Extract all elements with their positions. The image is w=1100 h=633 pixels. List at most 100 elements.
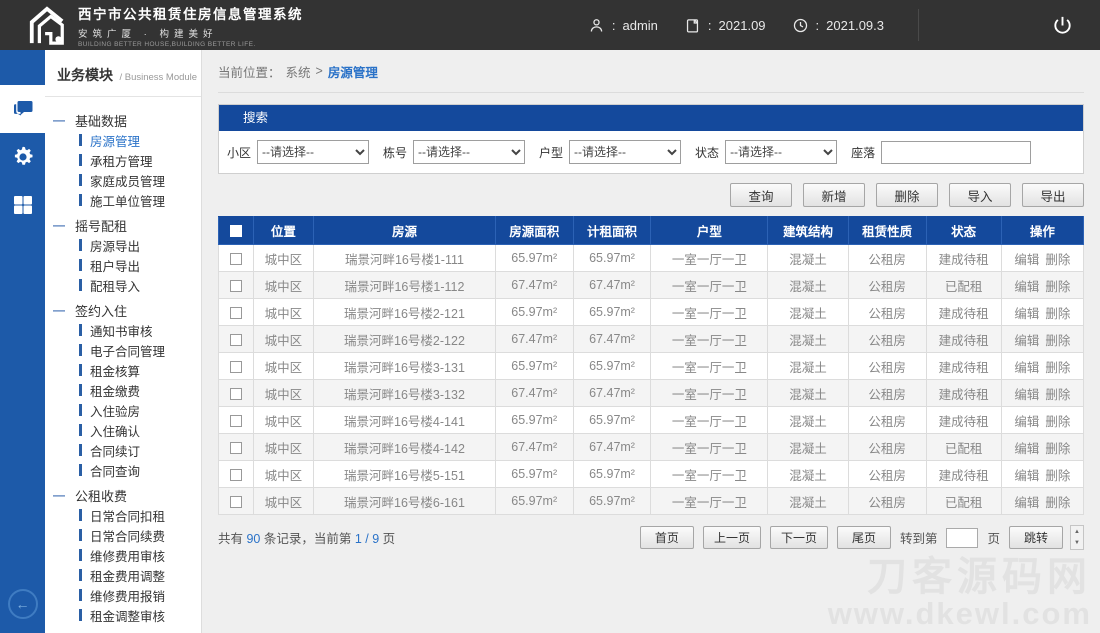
- action-删除[interactable]: 删除: [1045, 253, 1070, 267]
- item-bar-icon: [79, 344, 82, 356]
- action-删除[interactable]: 删除: [1045, 388, 1070, 402]
- rail-item-modules[interactable]: [0, 181, 45, 229]
- sidebar-item-承租方管理[interactable]: 承租方管理: [45, 150, 201, 170]
- filter-label: 户型: [539, 145, 564, 160]
- sidebar-collapse-button[interactable]: ←: [7, 589, 38, 619]
- item-bar-icon: [79, 464, 82, 476]
- sidebar-item-租金调整审核[interactable]: 租金调整审核: [45, 605, 201, 625]
- row-actions: 编辑 删除: [1000, 352, 1085, 380]
- menu-group-签约入住[interactable]: — 签约入住: [45, 300, 201, 320]
- sidebar-item-房源导出[interactable]: 房源导出: [45, 235, 201, 255]
- action-删除[interactable]: 删除: [1045, 280, 1070, 294]
- sidebar-item-入住验房[interactable]: 入住验房: [45, 400, 201, 420]
- sidebar-item-家庭成员管理[interactable]: 家庭成员管理: [45, 170, 201, 190]
- date-info: : 2021.09: [684, 17, 766, 34]
- location-input[interactable]: [881, 140, 1032, 164]
- toolbar-button-新增[interactable]: 新增: [803, 183, 865, 207]
- sidebar-item-日常合同扣租[interactable]: 日常合同扣租: [45, 505, 201, 525]
- action-编辑[interactable]: 编辑: [1014, 361, 1039, 375]
- action-编辑[interactable]: 编辑: [1014, 442, 1039, 456]
- filter-select-户型[interactable]: --请选择--: [569, 140, 682, 164]
- action-编辑[interactable]: 编辑: [1014, 253, 1039, 267]
- row-checkbox[interactable]: [229, 441, 242, 454]
- breadcrumb-current[interactable]: 房源管理: [328, 62, 378, 81]
- row-checkbox[interactable]: [229, 468, 242, 481]
- row-checkbox[interactable]: [229, 360, 242, 373]
- filter-select-状态[interactable]: --请选择--: [725, 140, 838, 164]
- row-checkbox[interactable]: [229, 252, 242, 265]
- action-删除[interactable]: 删除: [1045, 496, 1070, 510]
- brand: 西宁市公共租赁住房信息管理系统 安筑广厦 · 构建美好 BUILDING BET…: [0, 3, 303, 48]
- action-删除[interactable]: 删除: [1045, 469, 1070, 483]
- watermark-line2: www.dkewl.com: [827, 596, 1092, 632]
- action-编辑[interactable]: 编辑: [1014, 334, 1039, 348]
- rail-item-business-module[interactable]: [0, 85, 45, 133]
- filter-select-栋号[interactable]: --请选择--: [413, 140, 526, 164]
- sidebar-item-施工单位管理[interactable]: 施工单位管理: [45, 190, 201, 210]
- action-删除[interactable]: 删除: [1045, 334, 1070, 348]
- sidebar-item-租金核算[interactable]: 租金核算: [45, 360, 201, 380]
- sidebar-item-租金费用调整[interactable]: 租金费用调整: [45, 565, 201, 585]
- action-编辑[interactable]: 编辑: [1014, 388, 1039, 402]
- toolbar-button-导入[interactable]: 导入: [949, 183, 1011, 207]
- sidebar-item-维修费用报销[interactable]: 维修费用报销: [45, 585, 201, 605]
- toolbar-button-导出[interactable]: 导出: [1022, 183, 1084, 207]
- table-row: 城中区 瑞景河畔16号楼3-131 65.97m² 65.97m² 一室一厅一卫 混凝土公…: [218, 352, 1085, 380]
- action-编辑[interactable]: 编辑: [1014, 415, 1039, 429]
- sidebar-item-通知书审核[interactable]: 通知书审核: [45, 320, 201, 340]
- goto-page-input[interactable]: [946, 527, 979, 548]
- spinner-down-icon[interactable]: ▼: [1071, 538, 1083, 550]
- filter-select-小区[interactable]: --请选择--: [257, 140, 370, 164]
- sidebar-item-电子合同管理[interactable]: 电子合同管理: [45, 340, 201, 360]
- sidebar-item-租金缴费[interactable]: 租金缴费: [45, 380, 201, 400]
- sidebar-item-维修费用审核[interactable]: 维修费用审核: [45, 545, 201, 565]
- page-button-上一页[interactable]: 上一页: [702, 526, 761, 549]
- table-cell: 一室一厅一卫: [650, 460, 769, 488]
- select-all-checkbox[interactable]: [229, 225, 242, 238]
- row-checkbox[interactable]: [229, 306, 242, 319]
- rail-item-settings[interactable]: [0, 133, 45, 181]
- spinner-up-icon[interactable]: ▲: [1071, 526, 1083, 538]
- table-cell: 混凝土: [767, 298, 849, 326]
- jump-button[interactable]: 跳转: [1009, 526, 1063, 549]
- table-cell: 67.47m²: [494, 325, 574, 353]
- action-编辑[interactable]: 编辑: [1014, 280, 1039, 294]
- item-bar-icon: [79, 279, 82, 291]
- row-checkbox[interactable]: [229, 387, 242, 400]
- action-编辑[interactable]: 编辑: [1014, 496, 1039, 510]
- sidebar-item-入住确认[interactable]: 入住确认: [45, 420, 201, 440]
- row-checkbox[interactable]: [229, 279, 242, 292]
- action-删除[interactable]: 删除: [1045, 361, 1070, 375]
- menu-group-公租收费[interactable]: — 公租收费: [45, 485, 201, 505]
- table-cell: 混凝土: [767, 460, 849, 488]
- sidebar-item-租户导出[interactable]: 租户导出: [45, 255, 201, 275]
- row-checkbox[interactable]: [229, 414, 242, 427]
- table-header-row: 位置 房源 房源面积 计租面积 户型 建筑结构 租赁性质 状态 操作: [218, 216, 1085, 245]
- action-删除[interactable]: 删除: [1045, 307, 1070, 321]
- logout-power-button[interactable]: [1051, 14, 1074, 37]
- row-checkbox[interactable]: [229, 495, 242, 508]
- toolbar-button-删除[interactable]: 删除: [876, 183, 938, 207]
- action-删除[interactable]: 删除: [1045, 415, 1070, 429]
- sidebar-item-日常合同续费[interactable]: 日常合同续费: [45, 525, 201, 545]
- sidebar-item-配租导入[interactable]: 配租导入: [45, 275, 201, 295]
- toolbar-button-查询[interactable]: 查询: [730, 183, 792, 207]
- table-cell: 65.97m²: [572, 460, 652, 488]
- page-button-下一页[interactable]: 下一页: [769, 526, 828, 549]
- sidebar-item-label: 租户导出: [90, 259, 141, 274]
- action-删除[interactable]: 删除: [1045, 442, 1070, 456]
- sidebar-item-合同查询[interactable]: 合同查询: [45, 460, 201, 480]
- row-checkbox-cell: [218, 487, 254, 515]
- page-button-首页[interactable]: 首页: [639, 526, 694, 549]
- sidebar-item-房源管理[interactable]: 房源管理: [45, 130, 201, 150]
- row-checkbox[interactable]: [229, 333, 242, 346]
- filter-label: 状态: [695, 145, 720, 160]
- menu-group-摇号配租[interactable]: — 摇号配租: [45, 215, 201, 235]
- sidebar-item-合同续订[interactable]: 合同续订: [45, 440, 201, 460]
- row-checkbox-cell: [218, 244, 254, 272]
- action-编辑[interactable]: 编辑: [1014, 307, 1039, 321]
- action-编辑[interactable]: 编辑: [1014, 469, 1039, 483]
- sidebar-item-label: 租金费用调整: [90, 569, 166, 584]
- page-button-尾页[interactable]: 尾页: [836, 526, 891, 549]
- menu-group-基础数据[interactable]: — 基础数据: [45, 110, 201, 130]
